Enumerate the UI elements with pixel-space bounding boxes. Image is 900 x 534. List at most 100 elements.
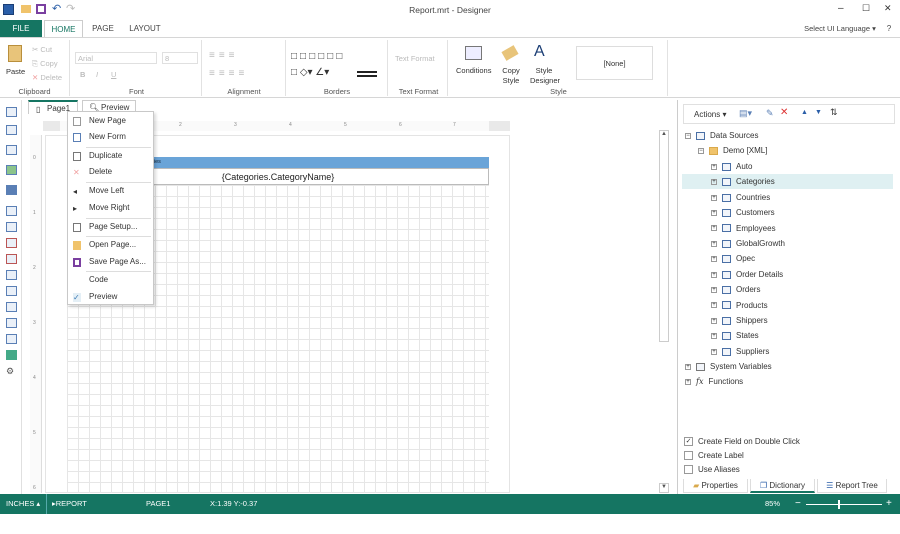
checkbox-tool-icon[interactable] [6,334,17,344]
components-tool-icon[interactable] [6,145,17,155]
font-family-select[interactable]: Arial [75,52,157,64]
cross-band-tool-icon[interactable] [6,125,17,135]
zoom-in-button[interactable]: + [886,494,892,514]
expand-icon[interactable]: + [711,348,717,355]
zoom-slider-thumb[interactable] [838,500,841,509]
checkbox-checked[interactable]: ✓ [684,437,693,446]
tab-home[interactable]: HOME [44,20,83,37]
shapes-tool-icon[interactable] [6,185,17,195]
tree-table-opec[interactable]: + Opec [711,251,755,266]
zoom-out-button[interactable]: − [795,494,801,514]
checkbox[interactable] [684,451,693,460]
tab-report-tree[interactable]: ☰ Report Tree [817,479,887,493]
tree-table-categories[interactable]: + Categories [711,174,775,189]
collapse-icon[interactable]: − [698,147,704,154]
scroll-down-icon[interactable]: ▼ [659,483,669,493]
style-designer-button[interactable]: Style Designer [530,66,560,86]
expand-icon[interactable]: + [711,194,717,201]
tree-table-auto[interactable]: + Auto [711,159,752,174]
tree-demo-source[interactable]: − Demo [XML] [698,143,767,158]
table-tool-icon[interactable] [6,318,17,328]
create-field-checkbox[interactable]: ✓ Create Field on Double Click [684,435,800,448]
cut-button[interactable]: ✂ Cut [32,45,52,54]
tab-page[interactable]: PAGE [88,20,118,37]
tab-layout[interactable]: LAYOUT [125,20,165,37]
expand-icon[interactable]: + [711,302,717,309]
copy-style-button[interactable]: Copy Style [500,66,522,86]
move-down-icon[interactable]: ▼ [815,109,822,116]
vertical-align-icons[interactable]: ≡≡≡ [209,50,239,61]
text-format-dropdown[interactable]: Text Format [395,54,435,63]
fill-color-button[interactable]: □ ◇▾ ∠▾ [291,67,329,78]
menu-item-new-page[interactable]: New Page [68,113,153,129]
tree-table-order-details[interactable]: + Order Details [711,267,783,282]
menu-item-open-page[interactable]: Open Page... [68,237,153,253]
units-button[interactable]: INCHES ▴ [6,494,40,514]
tab-properties[interactable]: ▰ Properties [683,479,748,493]
underline-button[interactable]: U [111,70,116,79]
expand-icon[interactable]: + [711,256,717,263]
expand-icon[interactable]: + [711,179,717,186]
tree-table-globalgrowth[interactable]: + GlobalGrowth [711,236,785,251]
panel-tool-icon[interactable] [6,302,17,312]
expand-icon[interactable]: + [685,363,691,370]
header-tool-icon[interactable] [6,270,17,280]
footer-tool-icon[interactable] [6,286,17,296]
expand-icon[interactable]: + [711,163,717,170]
menu-item-new-form[interactable]: New Form [68,129,153,145]
expand-icon[interactable]: + [685,378,691,385]
move-up-icon[interactable]: ▲ [801,109,808,116]
create-label-checkbox[interactable]: Create Label [684,449,744,462]
tree-data-sources[interactable]: − Data Sources [685,128,758,143]
rich-text-tool-icon[interactable] [6,222,17,232]
checkbox[interactable] [684,465,693,474]
chart-tool-icon[interactable] [6,350,17,360]
sort-icon[interactable]: ⇅ [830,107,838,118]
expand-icon[interactable]: + [711,210,717,217]
border-style-icon[interactable] [357,71,377,77]
more-tools-icon[interactable]: ⚙ [6,366,17,376]
tree-functions[interactable]: + fx Functions [685,374,743,389]
expand-icon[interactable]: + [711,317,717,324]
help-button[interactable]: ? [884,20,894,37]
tree-table-countries[interactable]: + Countries [711,190,770,205]
tree-table-states[interactable]: + States [711,328,759,343]
delete-button[interactable]: ✕ Delete [32,73,62,82]
language-select[interactable]: Select UI Language ▾ [800,20,880,37]
style-gallery[interactable]: [None] [576,46,653,80]
actions-button[interactable]: Actions ▾ [694,110,726,119]
expand-icon[interactable]: + [711,225,717,232]
menu-item-move-right[interactable]: ▸ Move Right [68,200,153,216]
collapse-icon[interactable]: − [685,132,691,139]
tree-table-customers[interactable]: + Customers [711,205,775,220]
text-box-tool-icon[interactable] [6,254,17,264]
menu-item-code[interactable]: Code [68,272,153,288]
bold-button[interactable]: B [80,70,85,79]
menu-item-preview[interactable]: ✓ Preview [68,289,153,305]
close-button[interactable]: ✕ [884,3,892,14]
use-aliases-checkbox[interactable]: Use Aliases [684,463,740,476]
expand-icon[interactable]: + [711,240,717,247]
delete-icon[interactable]: ✕ [780,107,788,118]
tree-table-orders[interactable]: + Orders [711,282,760,297]
maximize-button[interactable]: ☐ [862,3,870,14]
tree-table-shippers[interactable]: + Shippers [711,313,768,328]
edit-icon[interactable]: ✎ [766,108,774,119]
italic-button[interactable]: I [96,70,98,79]
menu-item-save-page-as[interactable]: Save Page As... [68,254,153,270]
expand-icon[interactable]: + [711,271,717,278]
copy-button[interactable]: ⎘ Copy [32,59,58,69]
conditions-button[interactable]: Conditions [456,66,491,75]
label-tool-icon[interactable] [6,238,17,248]
menu-item-move-left[interactable]: ◂ Move Left [68,183,153,199]
tree-system-variables[interactable]: + System Variables [685,359,772,374]
zoom-slider[interactable] [806,500,882,509]
text-tool-icon[interactable] [6,206,17,216]
tab-file[interactable]: FILE [0,20,42,37]
new-item-icon[interactable]: ▤▾ [739,108,752,119]
tree-table-suppliers[interactable]: + Suppliers [711,344,769,359]
border-buttons[interactable]: □□□□□□ [291,51,345,62]
menu-item-delete[interactable]: ✕ Delete [68,164,153,180]
tree-table-products[interactable]: + Products [711,298,768,313]
expand-icon[interactable]: + [711,287,717,294]
